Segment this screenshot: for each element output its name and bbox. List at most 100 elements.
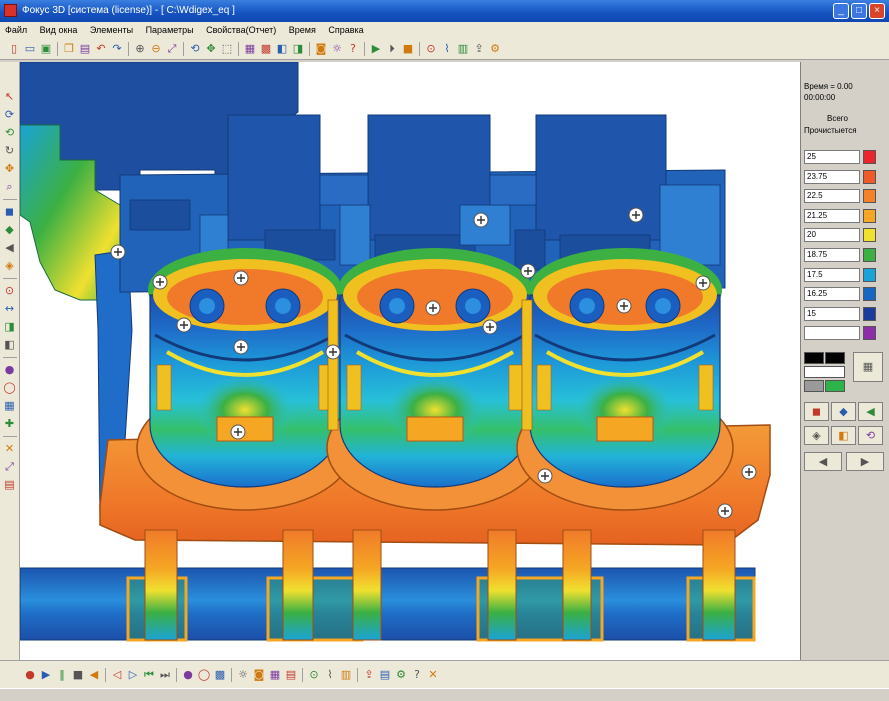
section-button[interactable]: ◧: [831, 426, 856, 445]
fit-view-button[interactable]: ⤢: [165, 42, 179, 56]
legend-color-swatch[interactable]: [863, 228, 876, 243]
minimize-button[interactable]: _: [833, 3, 849, 19]
wireframe-button[interactable]: ◯: [3, 381, 17, 395]
legend-value-field[interactable]: 16.25: [804, 287, 860, 302]
fit-view-button[interactable]: ⤢: [3, 460, 17, 474]
secondary-color-swatch[interactable]: [825, 352, 845, 364]
rotate-y-button[interactable]: ⟲: [3, 126, 17, 140]
legend-value-field[interactable]: 21.25: [804, 208, 860, 223]
iso-view-button[interactable]: ◈: [804, 426, 829, 445]
background-color-swatch[interactable]: [804, 366, 845, 378]
close-button[interactable]: ×: [869, 3, 885, 19]
top-view-button[interactable]: ◆: [3, 223, 17, 237]
print-button[interactable]: ▤: [3, 478, 17, 492]
help-button[interactable]: ?: [410, 668, 424, 682]
shading-button[interactable]: ●: [181, 668, 195, 682]
top-view-button[interactable]: ◆: [831, 402, 856, 421]
mesh-button[interactable]: ▩: [259, 42, 273, 56]
casting-result-render[interactable]: [20, 62, 800, 660]
probe-button[interactable]: ⊙: [424, 42, 438, 56]
pan-button[interactable]: ✥: [204, 42, 218, 56]
legend-value-field[interactable]: 22.5: [804, 189, 860, 204]
legend-value-field[interactable]: 17.5: [804, 267, 860, 282]
legend-color-swatch[interactable]: [863, 189, 876, 204]
play-button[interactable]: ▶: [369, 42, 383, 56]
section-button[interactable]: ◧: [275, 42, 289, 56]
save-button[interactable]: ▣: [39, 42, 53, 56]
side-view-button[interactable]: ◀: [858, 402, 883, 421]
legend-value-field[interactable]: [804, 326, 860, 341]
legend-value-field[interactable]: 23.75: [804, 169, 860, 184]
legend-color-swatch[interactable]: [863, 169, 876, 184]
probe-marker[interactable]: [695, 275, 711, 291]
menu-properties[interactable]: Свойства(Отчет): [201, 22, 281, 38]
export-button[interactable]: ⇪: [472, 42, 486, 56]
cut-plane-button[interactable]: ◨: [3, 320, 17, 334]
probe-marker[interactable]: [473, 212, 489, 228]
legend-color-swatch[interactable]: [863, 150, 876, 164]
frame-back-button[interactable]: ◁: [110, 668, 124, 682]
legend-color-swatch[interactable]: [863, 306, 876, 321]
probe-marker[interactable]: [741, 464, 757, 480]
probe-marker[interactable]: [233, 339, 249, 355]
rotate-z-button[interactable]: ↻: [3, 144, 17, 158]
first-frame-button[interactable]: ⏮: [142, 668, 156, 682]
maximize-button[interactable]: □: [851, 3, 867, 19]
help-button[interactable]: ?: [346, 42, 360, 56]
menu-view[interactable]: Вид окна: [35, 22, 83, 38]
measure-button[interactable]: ↔: [3, 302, 17, 316]
probe-marker[interactable]: [616, 298, 632, 314]
legend-value-field[interactable]: 18.75: [804, 247, 860, 262]
next-step-button[interactable]: ▶: [846, 452, 884, 471]
mesh-button[interactable]: ▩: [213, 668, 227, 682]
grid-button[interactable]: ▦: [3, 399, 17, 413]
export-button[interactable]: ⇪: [362, 668, 376, 682]
light-button[interactable]: ☼: [330, 42, 344, 56]
graph-button[interactable]: ⌇: [440, 42, 454, 56]
probe-marker[interactable]: [152, 274, 168, 290]
side-view-button[interactable]: ◀: [3, 241, 17, 255]
zoom-out-button[interactable]: ⊖: [149, 42, 163, 56]
camera-button[interactable]: ◙: [252, 668, 266, 682]
probe-marker[interactable]: [482, 319, 498, 335]
new-file-button[interactable]: ▯: [7, 42, 21, 56]
table-button[interactable]: ▥: [456, 42, 470, 56]
rotate-x-button[interactable]: ⟳: [3, 108, 17, 122]
legend-color-swatch[interactable]: [863, 267, 876, 282]
probe-marker[interactable]: [717, 503, 733, 519]
legend-color-swatch[interactable]: [863, 208, 876, 223]
camera-button[interactable]: ◙: [314, 42, 328, 56]
redo-button[interactable]: ↷: [110, 42, 124, 56]
rewind-button[interactable]: ◀: [87, 668, 101, 682]
probe-marker[interactable]: [110, 244, 126, 260]
accent-color-swatch[interactable]: [825, 380, 845, 392]
legend-value-field[interactable]: 25: [804, 150, 860, 164]
probe-marker[interactable]: [176, 317, 192, 333]
light-button[interactable]: ☼: [236, 668, 250, 682]
probe-marker[interactable]: [628, 207, 644, 223]
section-button[interactable]: ◧: [3, 338, 17, 352]
pan-button[interactable]: ✥: [3, 162, 17, 176]
legend-color-swatch[interactable]: [863, 326, 876, 341]
probe-marker[interactable]: [537, 468, 553, 484]
pause-button[interactable]: ‖: [55, 668, 69, 682]
wireframe-button[interactable]: ◯: [197, 668, 211, 682]
3d-viewport[interactable]: [20, 62, 800, 660]
zoom-in-button[interactable]: ⊕: [133, 42, 147, 56]
palette-button[interactable]: ▦: [853, 352, 883, 382]
axes-button[interactable]: ✚: [3, 417, 17, 431]
legend-color-swatch[interactable]: [863, 287, 876, 302]
settings-button[interactable]: ⚙: [488, 42, 502, 56]
menu-time[interactable]: Время: [284, 22, 321, 38]
cut-plane-button[interactable]: ◨: [291, 42, 305, 56]
pointer-button[interactable]: ↖: [3, 90, 17, 104]
legend-color-swatch[interactable]: [863, 247, 876, 262]
menu-parameters[interactable]: Параметры: [141, 22, 199, 38]
close-button[interactable]: ✕: [426, 668, 440, 682]
menu-help[interactable]: Справка: [323, 22, 368, 38]
color-map-button[interactable]: ▦: [268, 668, 282, 682]
front-view-button[interactable]: ◼: [3, 205, 17, 219]
probe-marker[interactable]: [520, 263, 536, 279]
play-button[interactable]: ▶: [39, 668, 53, 682]
zoom-button[interactable]: ⌕: [3, 180, 17, 194]
